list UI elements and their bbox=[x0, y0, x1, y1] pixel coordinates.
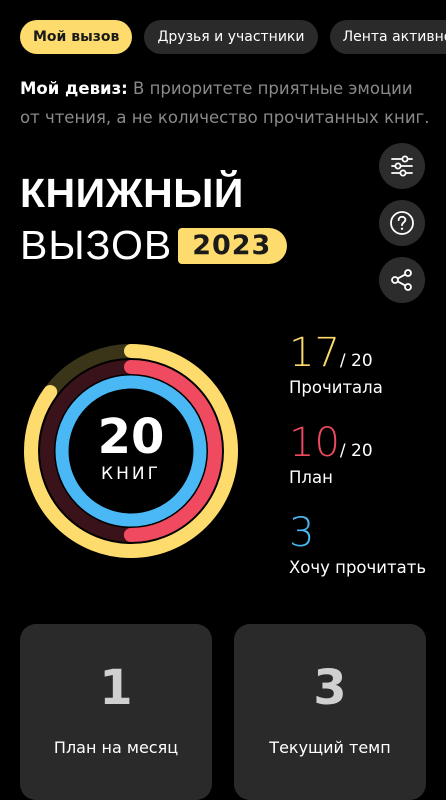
card-current-pace-label: Текущий темп bbox=[269, 738, 391, 757]
stat-want[interactable]: 3 Хочу прочитать bbox=[289, 512, 426, 577]
share-icon bbox=[391, 269, 412, 291]
stat-plan-value: 10 bbox=[289, 420, 340, 466]
card-current-pace-value: 3 bbox=[313, 660, 347, 716]
tab-friends[interactable]: Друзья и участники bbox=[144, 20, 318, 54]
tab-activity-feed[interactable]: Лента активнос bbox=[329, 20, 446, 54]
share-button[interactable] bbox=[379, 257, 425, 303]
card-monthly-plan[interactable]: 1 План на месяц bbox=[20, 624, 212, 800]
help-icon bbox=[390, 211, 414, 235]
goal-number: 20 bbox=[97, 409, 165, 465]
heading-line2: ВЫЗОВ 2023 bbox=[20, 222, 288, 269]
stat-plan[interactable]: 10/ 20 План bbox=[289, 422, 373, 487]
stat-want-label: Хочу прочитать bbox=[289, 558, 427, 577]
goal-label: КНИГ bbox=[101, 464, 161, 484]
settings-sliders-icon bbox=[391, 155, 413, 177]
card-current-pace[interactable]: 3 Текущий темп bbox=[234, 624, 426, 800]
card-monthly-plan-label: План на месяц bbox=[53, 738, 179, 757]
card-monthly-plan-value: 1 bbox=[99, 660, 133, 716]
motto: Мой девиз: В приоритете приятные эмоции … bbox=[20, 74, 430, 132]
stat-want-value: 3 bbox=[289, 510, 315, 556]
stat-read-label: Прочитала bbox=[289, 378, 383, 397]
tab-bar: Мой вызов Друзья и участники Лента актив… bbox=[20, 20, 446, 54]
help-button[interactable] bbox=[379, 200, 425, 246]
stat-read[interactable]: 17/ 20 Прочитала bbox=[289, 332, 383, 397]
book-challenge-screen: Мой вызов Друзья и участники Лента актив… bbox=[0, 0, 446, 800]
stat-plan-label: План bbox=[289, 468, 333, 487]
heading-line1: КНИЖНЫЙ bbox=[20, 170, 244, 216]
motto-label: Мой девиз: bbox=[20, 79, 128, 98]
goal-center: 20 КНИГ bbox=[20, 340, 242, 562]
stat-read-value: 17 bbox=[289, 330, 340, 376]
tab-my-challenge[interactable]: Мой вызов bbox=[20, 20, 133, 54]
heading-word: ВЫЗОВ bbox=[20, 222, 173, 268]
stat-plan-total: / 20 bbox=[339, 441, 373, 461]
settings-button[interactable] bbox=[379, 143, 425, 189]
year-badge: 2023 bbox=[178, 227, 288, 264]
stat-read-total: / 20 bbox=[339, 351, 373, 371]
